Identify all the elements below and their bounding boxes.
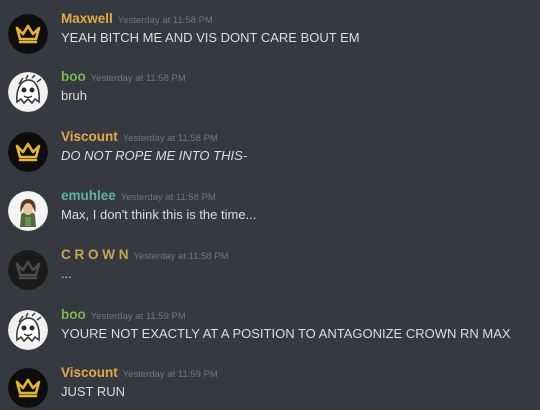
avatar[interactable] [8, 310, 48, 350]
message: boo Yesterday at 11:59 PM YOURE NOT EXACT… [0, 302, 540, 352]
avatar[interactable] [8, 191, 48, 231]
girl-portrait-icon [8, 191, 48, 231]
author-name[interactable]: boo [61, 307, 86, 322]
message-text: DO NOT ROPE ME INTO THIS- [61, 148, 248, 163]
gold-crown-icon [8, 14, 48, 54]
message: Maxwell Yesterday at 11:58 PM YEAH BITCH … [0, 6, 540, 56]
timestamp: Yesterday at 11:58 PM [117, 15, 213, 26]
avatar[interactable] [8, 368, 48, 408]
message-text: bruh [61, 88, 88, 103]
author-name[interactable]: C R O W N [61, 247, 129, 262]
timestamp: Yesterday at 11:58 PM [120, 192, 216, 203]
message: Viscount Yesterday at 11:58 PM DO NOT ROP… [0, 124, 540, 174]
message-text: YOURE NOT EXACTLY AT A POSITION TO ANTAG… [61, 326, 511, 341]
chat-messages-panel: Maxwell Yesterday at 11:58 PM YEAH BITCH … [0, 0, 540, 408]
timestamp: Yesterday at 11:58 PM [133, 251, 229, 262]
author-name[interactable]: emuhlee [61, 188, 116, 203]
timestamp: Yesterday at 11:58 PM [122, 133, 218, 144]
message: C R O W N Yesterday at 11:58 PM ... [0, 242, 540, 292]
timestamp: Yesterday at 11:58 PM [90, 73, 186, 84]
avatar[interactable] [8, 14, 48, 54]
ghost-sketch-icon [8, 72, 48, 112]
message-text: YEAH BITCH ME AND VIS DONT CARE BOUT EM [61, 30, 360, 45]
timestamp: Yesterday at 11:59 PM [122, 369, 218, 380]
message-text: ... [61, 266, 72, 281]
author-name[interactable]: Viscount [61, 129, 118, 144]
avatar[interactable] [8, 250, 48, 290]
message: Viscount Yesterday at 11:59 PM JUST RUN [0, 360, 540, 410]
ghost-sketch-icon [8, 310, 48, 350]
author-name[interactable]: Maxwell [61, 11, 113, 26]
message: boo Yesterday at 11:58 PM bruh [0, 64, 540, 114]
message: emuhlee Yesterday at 11:58 PM Max, I don'… [0, 183, 540, 233]
author-name[interactable]: Viscount [61, 365, 118, 380]
dark-crown-icon [8, 250, 48, 290]
gold-crown-icon [8, 368, 48, 408]
avatar[interactable] [8, 132, 48, 172]
message-text: JUST RUN [61, 384, 126, 399]
gold-crown-icon [8, 132, 48, 172]
message-text: Max, I don't think this is the time... [61, 207, 257, 222]
timestamp: Yesterday at 11:59 PM [90, 311, 186, 322]
author-name[interactable]: boo [61, 69, 86, 84]
avatar[interactable] [8, 72, 48, 112]
